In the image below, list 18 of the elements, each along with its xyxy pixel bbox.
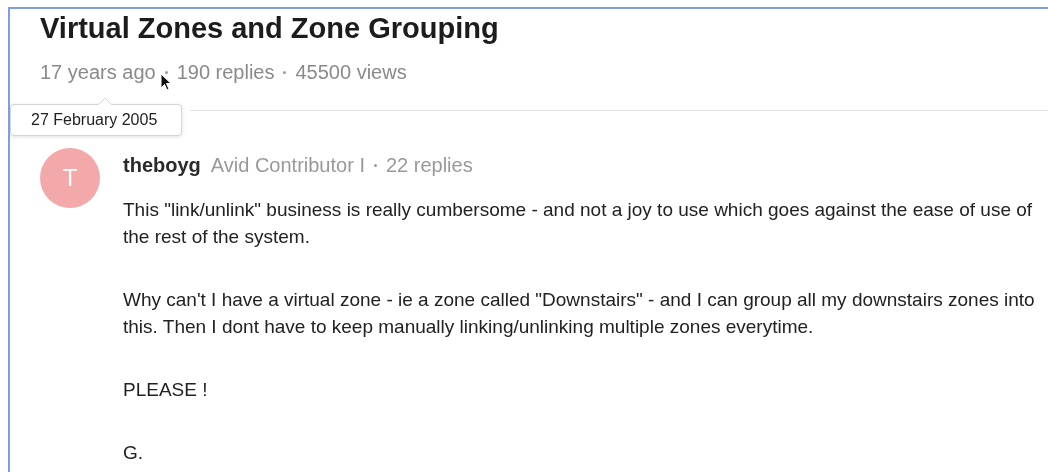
- post-paragraph: PLEASE !: [123, 378, 209, 402]
- post-age[interactable]: 17 years ago: [40, 60, 156, 84]
- author-name[interactable]: theboyg: [123, 153, 201, 177]
- tooltip-pointer: [98, 97, 112, 105]
- separator-dot: [373, 163, 377, 167]
- user-rank: Avid Contributor I: [210, 153, 365, 177]
- separator-dot: [164, 70, 168, 74]
- avatar-icon: T: [40, 148, 100, 208]
- meta-count: 190 replies: [176, 60, 275, 84]
- post-paragraph: Why can't I have a virtual zone - ie a zone called "Downstairs" - and I can group all my downstairs zones into this. Then I dont have to keep manually linking/unlinking multiple zones everytime.: [123, 288, 1036, 339]
- date-tooltip: 27 February 2005: [10, 104, 183, 136]
- post-paragraph: This "link/unlink" business is really cumbersome - and not a joy to use which goes against the ease of use of the rest of the system.: [123, 198, 1034, 249]
- post-paragraph: G.: [123, 441, 145, 465]
- separator-dot: [283, 70, 287, 74]
- cursor-icon: [160, 73, 172, 91]
- topic-title: Virtual Zones and Zone Grouping: [40, 11, 500, 45]
- reply-count: 22 replies: [385, 153, 473, 177]
- meta-count: 45500 views: [295, 60, 407, 84]
